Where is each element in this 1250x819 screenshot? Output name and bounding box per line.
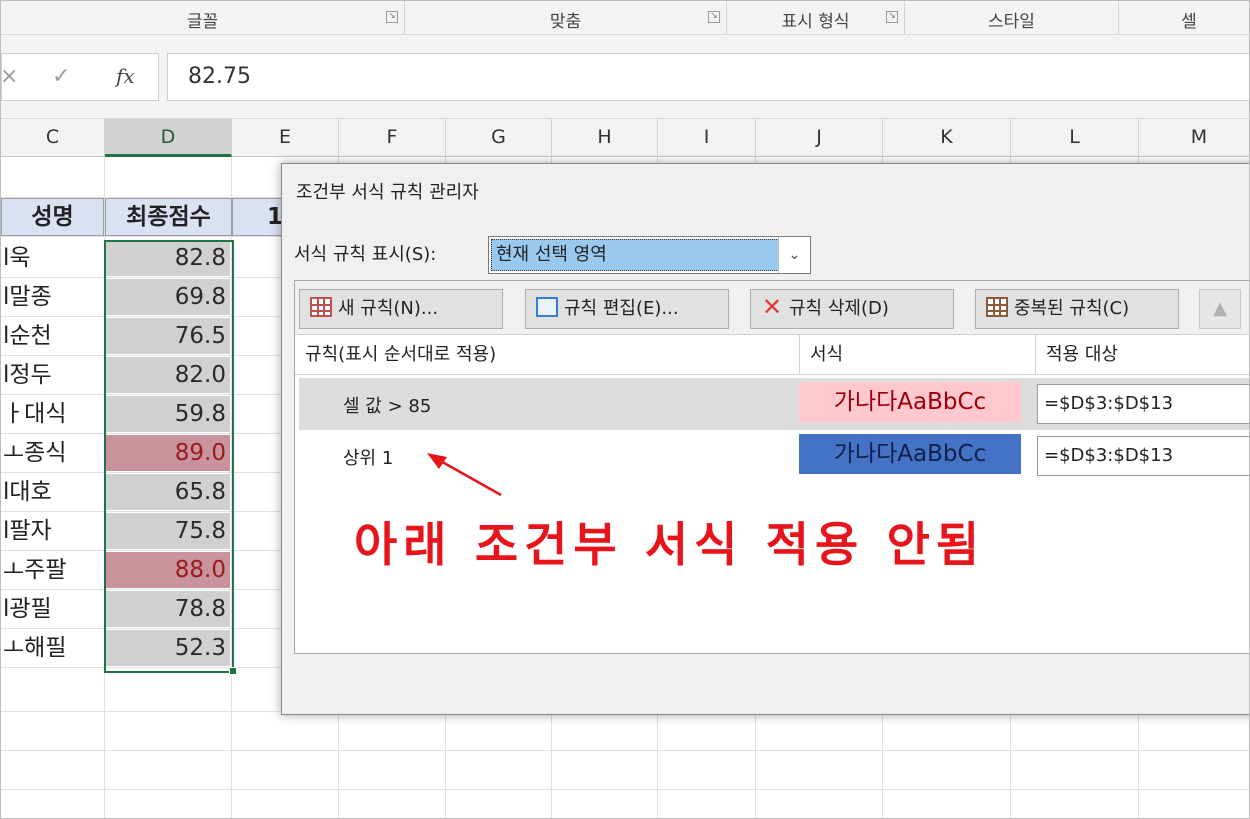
name-cell[interactable]: ㅗ종식 — [1, 434, 104, 472]
column-header-i[interactable]: I — [658, 119, 756, 157]
formula-bar: × ✓ fx 82.75 — [1, 35, 1249, 119]
ribbon-group-cells: 셀 — [1119, 1, 1249, 35]
rule-name: 셀 값 > 85 — [343, 396, 432, 417]
new-rule-button[interactable]: 새 규칙(N)... — [299, 289, 503, 329]
column-header-f[interactable]: F — [339, 119, 446, 157]
duplicate-rule-label: 중복된 규칙(C) — [1014, 298, 1130, 319]
applies-to-input[interactable]: =$D$3:$D$13 — [1037, 436, 1249, 476]
column-header-row: C D E F G H I J K L M — [1, 119, 1249, 157]
rule-row[interactable]: 셀 값 > 85 가나다AaBbCc =$D$3:$D$13 — [299, 378, 1249, 430]
close-icon: ✕ — [761, 293, 783, 321]
ribbon-group-label: 셀 — [1181, 12, 1197, 32]
header-cell-final-score[interactable]: 최종점수 — [105, 198, 232, 236]
name-cell[interactable]: l광필 — [1, 590, 104, 628]
excel-window: 글꼴 ↘ 맞춤 ↘ 표시 형식 ↘ 스타일 셀 × ✓ fx 82.75 C D — [0, 0, 1250, 819]
column-header-j[interactable]: J — [756, 119, 883, 157]
name-cell[interactable]: ㅏ대식 — [1, 395, 104, 433]
applies-to-input[interactable]: =$D$3:$D$13 — [1037, 384, 1249, 424]
new-rule-label: 새 규칙(N)... — [338, 298, 439, 319]
annotation-text: 아래 조건부 서식 적용 안됨 — [354, 518, 986, 573]
grid-icon — [310, 297, 332, 317]
ribbon-group-styles: 스타일 — [905, 1, 1119, 35]
show-rules-label: 서식 규칙 표시(S): — [294, 244, 437, 265]
rule-name: 상위 1 — [343, 448, 394, 469]
column-header-rule[interactable]: 규칙(표시 순서대로 적용) — [295, 335, 800, 375]
column-header-m[interactable]: M — [1139, 119, 1249, 157]
format-preview: 가나다AaBbCc — [799, 382, 1021, 422]
formula-value: 82.75 — [188, 64, 251, 89]
ribbon-group-label: 맞춤 — [549, 12, 582, 32]
rules-toolbar: 새 규칙(N)... 규칙 편집(E)... ✕ 규칙 삭제(D) 중복된 규칙(… — [295, 281, 1249, 335]
delete-rule-label: 규칙 삭제(D) — [789, 298, 889, 319]
annotation-arrow-icon — [427, 453, 502, 497]
selection-range — [104, 240, 234, 673]
ribbon-group-font: 글꼴 ↘ — [1, 1, 405, 35]
name-cell[interactable]: l욱 — [1, 239, 104, 277]
column-header-c[interactable]: C — [1, 119, 105, 157]
dialog-launcher-icon[interactable]: ↘ — [386, 11, 398, 23]
format-preview: 가나다AaBbCc — [799, 434, 1021, 474]
name-cell[interactable]: l대호 — [1, 473, 104, 511]
enter-icon[interactable]: ✓ — [52, 64, 70, 89]
edit-rule-label: 규칙 편집(E)... — [564, 298, 679, 319]
ribbon-group-alignment: 맞춤 ↘ — [405, 1, 727, 35]
rules-panel: 새 규칙(N)... 규칙 편집(E)... ✕ 규칙 삭제(D) 중복된 규칙(… — [294, 280, 1249, 654]
header-cell-name[interactable]: 성명 — [1, 198, 104, 236]
column-header-l[interactable]: L — [1011, 119, 1139, 157]
dialog-launcher-icon[interactable]: ↘ — [708, 11, 720, 23]
dialog-title: 조건부 서식 규칙 관리자 — [296, 182, 479, 203]
formula-input[interactable]: 82.75 — [167, 53, 1249, 101]
column-header-format[interactable]: 서식 — [800, 335, 1036, 375]
ribbon-group-label: 표시 형식 — [781, 12, 850, 32]
duplicate-rule-button[interactable]: 중복된 규칙(C) — [975, 289, 1179, 329]
move-up-button[interactable]: ▲ — [1199, 289, 1241, 329]
column-header-g[interactable]: G — [446, 119, 552, 157]
show-rules-select[interactable]: 현재 선택 영역 ⌄ — [488, 236, 811, 274]
name-cell[interactable]: l팔자 — [1, 512, 104, 550]
column-header-e[interactable]: E — [232, 119, 339, 157]
insert-function-icon[interactable]: fx — [116, 64, 135, 88]
dialog-launcher-icon[interactable]: ↘ — [886, 11, 898, 23]
column-header-d[interactable]: D — [105, 119, 232, 157]
ribbon-group-label: 스타일 — [988, 12, 1035, 32]
edit-rule-button[interactable]: 규칙 편집(E)... — [525, 289, 729, 329]
formula-buttons: × ✓ fx — [1, 53, 159, 101]
chevron-down-icon[interactable]: ⌄ — [778, 237, 810, 273]
name-cell[interactable]: l순천 — [1, 317, 104, 355]
column-header-h[interactable]: H — [552, 119, 658, 157]
fill-handle[interactable] — [229, 667, 237, 675]
delete-rule-button[interactable]: ✕ 규칙 삭제(D) — [750, 289, 954, 329]
ribbon-bar: 글꼴 ↘ 맞춤 ↘ 표시 형식 ↘ 스타일 셀 — [1, 1, 1249, 35]
name-cell[interactable]: l말종 — [1, 278, 104, 316]
column-header-k[interactable]: K — [883, 119, 1011, 157]
grid-icon — [986, 297, 1008, 317]
column-header-applies-to[interactable]: 적용 대상 — [1036, 335, 1249, 375]
name-cell[interactable]: ㅗ해필 — [1, 629, 104, 667]
name-cell[interactable]: ㅗ주팔 — [1, 551, 104, 589]
name-cell[interactable]: l정두 — [1, 356, 104, 394]
ribbon-group-number: 표시 형식 ↘ — [727, 1, 905, 35]
conditional-formatting-dialog: 조건부 서식 규칙 관리자 서식 규칙 표시(S): 현재 선택 영역 ⌄ 새 … — [281, 163, 1249, 715]
show-rules-value: 현재 선택 영역 — [491, 239, 779, 271]
ribbon-group-label: 글꼴 — [186, 12, 219, 32]
cancel-icon[interactable]: × — [1, 64, 18, 89]
edit-icon — [536, 297, 558, 317]
